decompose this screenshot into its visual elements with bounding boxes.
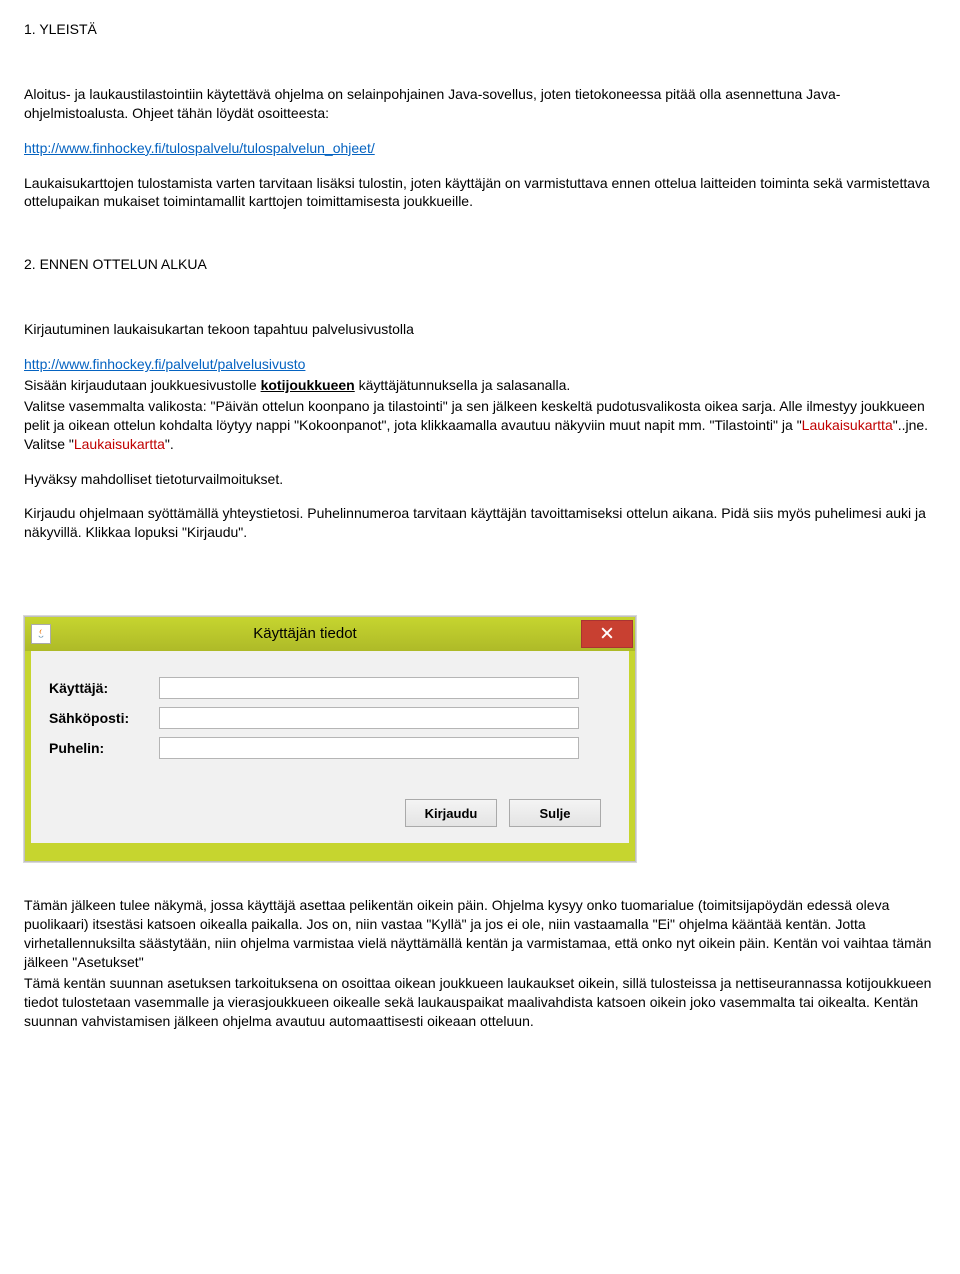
label-phone: Puhelin:: [49, 739, 159, 758]
label-user: Käyttäjä:: [49, 679, 159, 698]
link-ohjeet[interactable]: http://www.finhockey.fi/tulospalvelu/tul…: [24, 140, 375, 156]
paragraph-intro: Aloitus- ja laukaustilastointiin käytett…: [24, 85, 940, 123]
keyword-laukaisukartta-1: Laukaisukartta: [802, 417, 893, 433]
paragraph-printer: Laukaisukarttojen tulostamista varten ta…: [24, 174, 940, 212]
email-field[interactable]: [159, 707, 579, 729]
paragraph-field-purpose: Tämä kentän suunnan asetuksen tarkoituks…: [24, 974, 940, 1031]
dialog-body: Käyttäjä: Sähköposti: Puhelin: Kirjaudu …: [25, 651, 635, 861]
close-button[interactable]: [581, 620, 633, 648]
section-1-title: 1. YLEISTÄ: [24, 20, 940, 39]
text-fragment: Valitse vasemmalta valikosta: "Päivän ot…: [24, 398, 925, 433]
phone-field[interactable]: [159, 737, 579, 759]
user-field[interactable]: [159, 677, 579, 699]
section-2-title: 2. ENNEN OTTELUN ALKUA: [24, 255, 940, 274]
user-info-dialog: Käyttäjän tiedot Käyttäjä: Sähköposti: P…: [24, 616, 636, 862]
login-button[interactable]: Kirjaudu: [405, 799, 497, 827]
keyword-laukaisukartta-2: Laukaisukartta: [74, 436, 165, 452]
paragraph-contact: Kirjaudu ohjelmaan syöttämällä yhteystie…: [24, 504, 940, 542]
text-fragment: Sisään kirjaudutaan joukkuesivustolle: [24, 377, 261, 393]
dialog-titlebar: Käyttäjän tiedot: [25, 617, 635, 651]
close-dialog-button[interactable]: Sulje: [509, 799, 601, 827]
paragraph-login-creds: Sisään kirjaudutaan joukkuesivustolle ko…: [24, 376, 940, 395]
text-fragment: käyttäjätunnuksella ja salasanalla.: [355, 377, 571, 393]
link-palvelusivusto[interactable]: http://www.finhockey.fi/palvelut/palvelu…: [24, 356, 305, 372]
text-fragment: ".: [165, 436, 174, 452]
paragraph-navigation: Valitse vasemmalta valikosta: "Päivän ot…: [24, 397, 940, 454]
paragraph-field-orientation: Tämän jälkeen tulee näkymä, jossa käyttä…: [24, 896, 940, 972]
dialog-title: Käyttäjän tiedot: [253, 624, 356, 644]
paragraph-login-intro: Kirjautuminen laukaisukartan tekoon tapa…: [24, 320, 940, 339]
keyword-kotijoukkueen: kotijoukkueen: [261, 377, 355, 393]
label-email: Sähköposti:: [49, 709, 159, 728]
paragraph-security: Hyväksy mahdolliset tietoturvailmoitukse…: [24, 470, 940, 489]
close-icon: [601, 625, 613, 644]
java-icon: [31, 624, 51, 644]
